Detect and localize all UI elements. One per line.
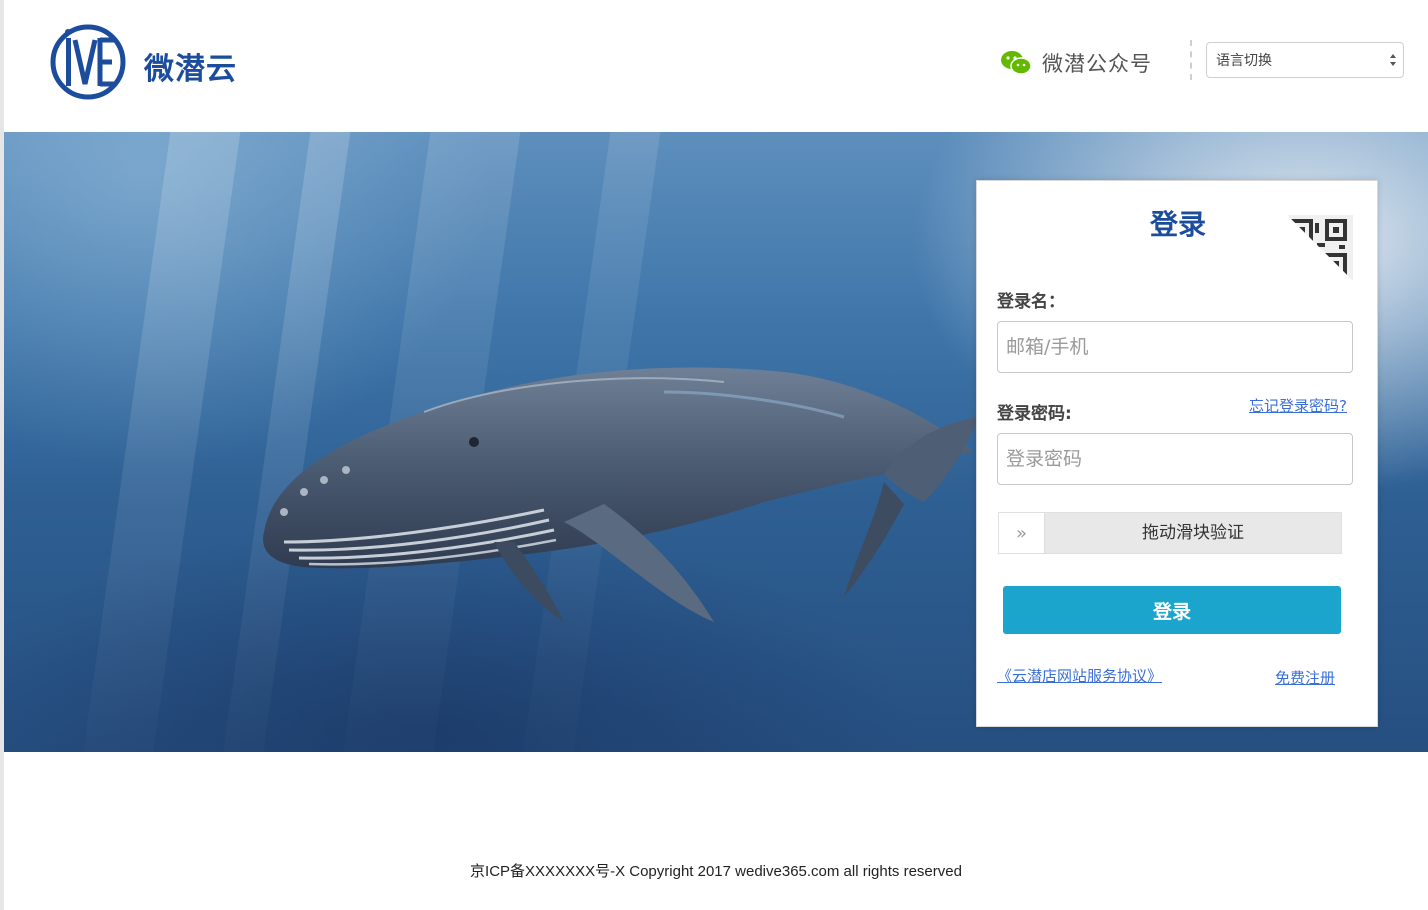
username-label: 登录名： bbox=[997, 292, 1065, 312]
forgot-password-link[interactable]: 忘记登录密码? bbox=[1249, 395, 1347, 416]
language-select[interactable]: 语言切换 bbox=[1206, 42, 1404, 78]
hero-banner: 登录 登录名： 登录密码: bbox=[4, 132, 1428, 752]
double-chevron-right-icon: » bbox=[1015, 522, 1027, 544]
header-divider bbox=[1190, 40, 1192, 80]
wechat-icon bbox=[1001, 51, 1032, 75]
qr-code-icon[interactable] bbox=[1287, 215, 1353, 281]
password-input[interactable] bbox=[997, 433, 1353, 485]
select-arrows-icon bbox=[1390, 54, 1396, 66]
register-link[interactable]: 免费注册 bbox=[1275, 667, 1335, 688]
password-label: 登录密码: bbox=[997, 404, 1072, 424]
slider-handle[interactable]: » bbox=[999, 513, 1045, 553]
login-card: 登录 登录名： 登录密码: bbox=[976, 180, 1378, 727]
wechat-official-account[interactable]: 微潜公众号 bbox=[1000, 48, 1152, 78]
slider-captcha-label: 拖动滑块验证 bbox=[1142, 523, 1244, 543]
footer-copyright: 京ICP备XXXXXXX号-X Copyright 2017 wedive365… bbox=[470, 863, 962, 880]
login-button[interactable]: 登录 bbox=[1003, 586, 1341, 634]
wedive-logo-icon[interactable] bbox=[48, 24, 128, 100]
page: 微潜云 微潜公众号 语言切换 登录 登录名： 邮箱/手机 登录密码: 忘记登录密… bbox=[0, 0, 1428, 910]
username-input[interactable] bbox=[997, 321, 1353, 373]
language-select-value: 语言切换 bbox=[1216, 53, 1272, 69]
slider-captcha: » 拖动滑块验证 bbox=[998, 512, 1342, 554]
humpback-whale-illustration bbox=[263, 367, 979, 622]
header: 微潜云 微潜公众号 语言切换 bbox=[4, 0, 1428, 132]
light-ray bbox=[74, 132, 244, 752]
wechat-label: 微潜公众号 bbox=[1042, 52, 1152, 76]
brand-name: 微潜云 bbox=[144, 52, 237, 87]
service-agreement-link[interactable]: 《云潜店网站服务协议》 bbox=[997, 665, 1162, 686]
